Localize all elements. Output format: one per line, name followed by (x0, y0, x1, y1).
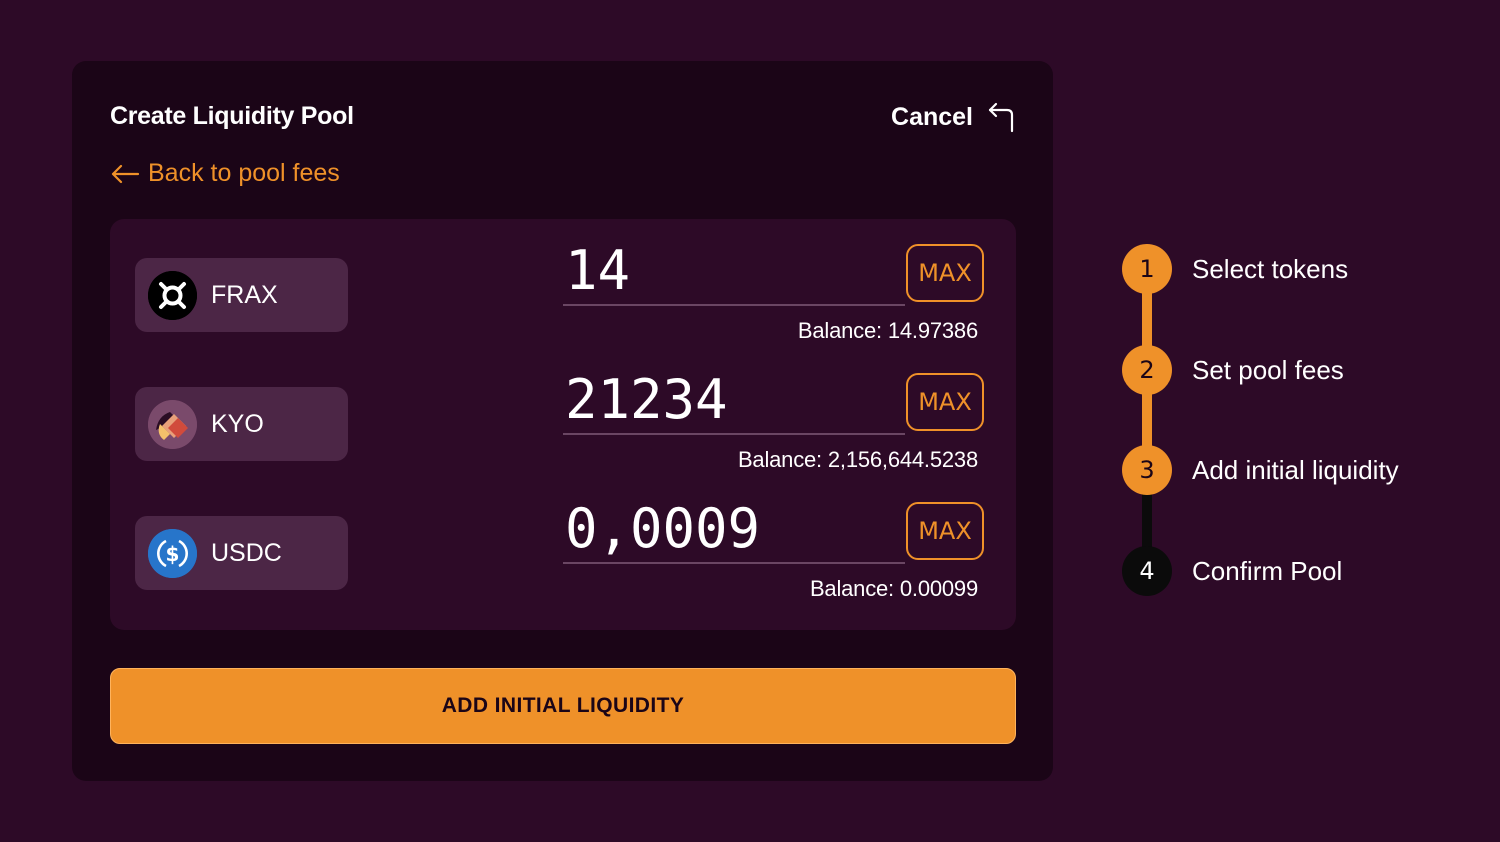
usdc-logo-icon: $ (148, 528, 197, 578)
token-inputs-panel: FRAX MAX Balance: 14.97386 KYO (110, 219, 1016, 630)
step-set-pool-fees: 2 Set pool fees (1122, 345, 1344, 395)
balance-usdc: Balance: 0.00099 (809, 576, 978, 601)
back-link-label: Back to pool fees (148, 159, 340, 187)
progress-stepper: 1 Select tokens 2 Set pool fees 3 Add in… (1122, 244, 1482, 604)
token-symbol: USDC (211, 538, 282, 567)
step-label: Select tokens (1192, 253, 1349, 284)
kyo-logo-icon (148, 399, 197, 449)
step-number: 1 (1122, 244, 1172, 294)
max-button-usdc[interactable]: MAX (906, 502, 984, 560)
amount-input-kyo[interactable] (563, 365, 905, 435)
page-title: Create Liquidity Pool (110, 102, 354, 130)
back-to-pool-fees-link[interactable]: Back to pool fees (110, 159, 340, 188)
step-select-tokens: 1 Select tokens (1122, 244, 1348, 294)
token-row-frax: FRAX MAX Balance: 14.97386 (110, 219, 1016, 348)
step-label: Set pool fees (1192, 354, 1344, 385)
add-initial-liquidity-button[interactable]: ADD INITIAL LIQUIDITY (110, 668, 1016, 744)
token-symbol: KYO (211, 409, 264, 438)
token-row-usdc: $ USDC MAX Balance: 0.00099 (110, 477, 1016, 606)
balance-kyo: Balance: 2,156,644.5238 (737, 447, 978, 472)
max-button-frax[interactable]: MAX (906, 244, 984, 302)
max-button-kyo[interactable]: MAX (906, 373, 984, 431)
balance-frax: Balance: 14.97386 (797, 318, 978, 343)
token-symbol: FRAX (211, 280, 278, 309)
amount-input-frax[interactable] (563, 236, 905, 306)
arrow-left-icon (110, 163, 140, 185)
step-add-initial-liquidity: 3 Add initial liquidity (1122, 445, 1399, 495)
svg-text:$: $ (166, 542, 180, 566)
cancel-label: Cancel (891, 102, 973, 131)
token-selector-usdc[interactable]: $ USDC (135, 516, 348, 590)
token-selector-frax[interactable]: FRAX (135, 258, 348, 332)
create-pool-card: Create Liquidity Pool Cancel Back to poo… (72, 61, 1053, 781)
step-number: 2 (1122, 345, 1172, 395)
step-confirm-pool: 4 Confirm Pool (1122, 546, 1342, 596)
token-row-kyo: KYO MAX Balance: 2,156,644.5238 (110, 348, 1016, 477)
amount-input-usdc[interactable] (563, 494, 905, 564)
step-number: 4 (1122, 546, 1172, 596)
cancel-button[interactable]: Cancel (891, 101, 1015, 133)
token-selector-kyo[interactable]: KYO (135, 387, 348, 461)
step-number: 3 (1122, 445, 1172, 495)
step-label: Confirm Pool (1192, 555, 1343, 586)
frax-logo-icon (148, 270, 197, 320)
return-arrow-icon (985, 101, 1015, 133)
step-label: Add initial liquidity (1192, 454, 1399, 485)
